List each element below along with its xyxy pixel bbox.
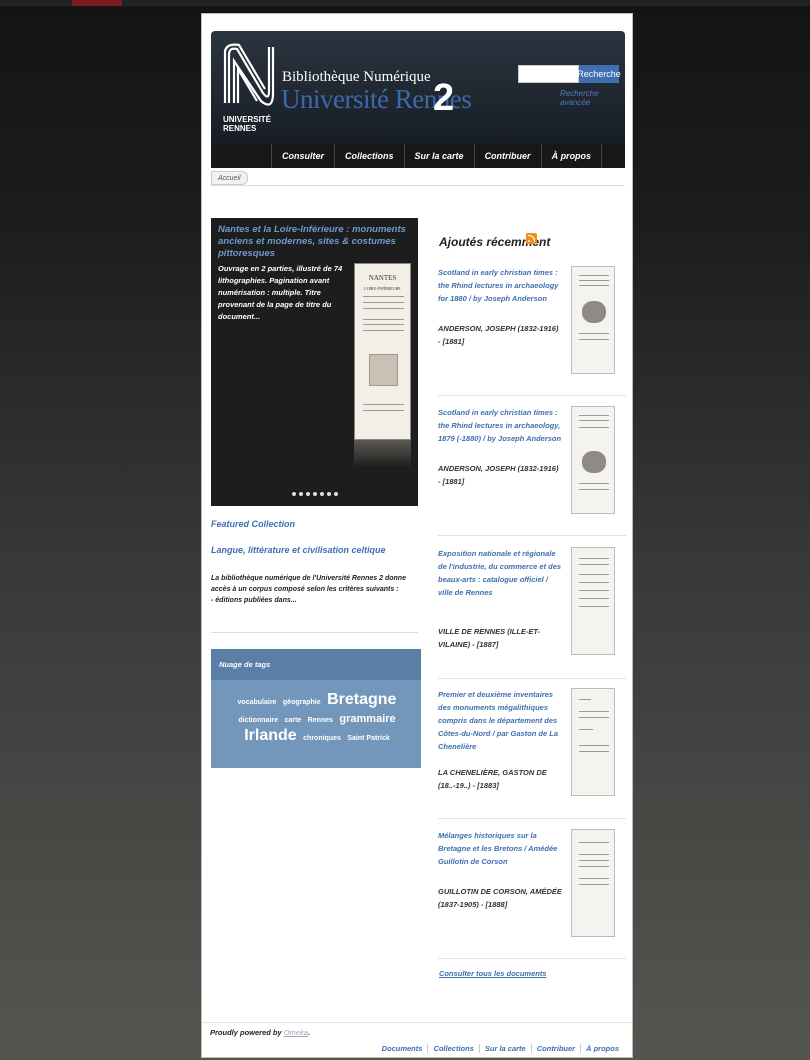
recent-item-author: LA CHENELIÈRE, GASTON DE (18..-19..) - [… — [438, 768, 547, 790]
page-container: UNIVERSITÉ RENNES Bibliothèque Numérique… — [201, 13, 633, 1058]
recent-item-thumbnail[interactable] — [571, 406, 615, 514]
tag-link[interactable]: carte — [284, 713, 301, 728]
tag-link[interactable]: Saint Patrick — [347, 731, 389, 746]
slider-dot[interactable] — [319, 492, 324, 496]
footer-nav-a-propos[interactable]: À propos — [580, 1044, 624, 1053]
university-logo[interactable]: UNIVERSITÉ RENNES — [223, 41, 281, 149]
thumbnail-title-text: NANTES — [368, 274, 397, 282]
recent-item-thumbnail[interactable] — [571, 547, 615, 655]
nav-contribuer[interactable]: Contribuer — [475, 144, 542, 168]
logo-text-line2: RENNES — [223, 124, 257, 133]
search-input[interactable] — [518, 65, 579, 83]
slider-dot[interactable] — [312, 492, 317, 496]
footer-nav-contribuer[interactable]: Contribuer — [530, 1044, 580, 1053]
recent-item-title[interactable]: Premier et deuxième inventaires des monu… — [438, 688, 563, 753]
search-button[interactable]: Recherche — [577, 65, 621, 83]
recent-item-author: ANDERSON, JOSEPH (1832-1916) - [1881] — [438, 464, 559, 486]
featured-collection-title[interactable]: Langue, littérature et civilisation celt… — [211, 545, 386, 555]
tag-cloud: Nuage de tags vocabulaire géographie Bre… — [211, 649, 421, 768]
slider-dots — [211, 492, 418, 496]
recent-item-title[interactable]: Scotland in early christian times : the … — [438, 266, 563, 305]
featured-item-title[interactable]: Nantes et la Loire-Inférieure : monument… — [218, 224, 416, 260]
featured-item-description: Ouvrage en 2 parties, illustré de 74 lit… — [218, 264, 343, 321]
featured-item-slider[interactable]: Nantes et la Loire-Inférieure : monument… — [211, 218, 418, 506]
tag-link[interactable]: Bretagne — [327, 692, 396, 708]
recent-item: Exposition nationale et régionale de l'i… — [438, 547, 626, 673]
divider — [438, 678, 626, 679]
n-logo-icon — [223, 43, 275, 106]
footer-nav-collections[interactable]: Collections — [427, 1044, 478, 1053]
main-nav: Consulter Collections Sur la carte Contr… — [211, 144, 625, 168]
tag-link[interactable]: Rennes — [308, 713, 333, 728]
omeka-link[interactable]: Omeka — [284, 1028, 308, 1037]
recent-item-thumbnail[interactable] — [571, 829, 615, 937]
site-header: UNIVERSITÉ RENNES Bibliothèque Numérique… — [211, 31, 625, 157]
powered-by-suffix: . — [307, 1028, 311, 1037]
divider — [438, 958, 626, 959]
featured-collection-description: La bibliothèque numérique de l'Universit… — [211, 575, 406, 604]
featured-item-thumbnail[interactable]: NANTES LOIRE-INFÉRIEURE — [354, 263, 411, 440]
footer-nav: Documents Collections Sur la carte Contr… — [377, 1044, 624, 1053]
breadcrumb-home[interactable]: Accueil — [211, 171, 248, 185]
recent-item: Mélanges historiques sur la Bretagne et … — [438, 829, 626, 941]
tag-cloud-list: vocabulaire géographie Bretagne dictionn… — [217, 692, 417, 746]
advanced-search-link[interactable]: Recherche avancée — [560, 89, 625, 107]
divider — [438, 818, 626, 819]
tag-link[interactable]: vocabulaire — [238, 695, 277, 710]
tag-link[interactable]: dictionnaire — [238, 713, 278, 728]
tag-link[interactable]: chroniques — [303, 731, 341, 746]
thumbnail-illustration — [369, 354, 398, 386]
nav-consulter[interactable]: Consulter — [271, 144, 336, 168]
slider-dot[interactable] — [326, 492, 331, 496]
footer-nav-sur-la-carte[interactable]: Sur la carte — [478, 1044, 531, 1053]
site-title-number: 2 — [433, 77, 455, 119]
thumbnail-subtitle-text: LOIRE-INFÉRIEURE — [364, 286, 401, 291]
slider-dot[interactable] — [298, 492, 303, 496]
nav-sur-la-carte[interactable]: Sur la carte — [405, 144, 475, 168]
recent-item: Scotland in early christian times : the … — [438, 406, 626, 518]
nav-a-propos[interactable]: À propos — [542, 144, 603, 168]
rss-icon[interactable] — [526, 233, 537, 244]
footer-divider — [202, 1022, 632, 1023]
recent-item-thumbnail[interactable] — [571, 688, 615, 796]
powered-by: Proudly powered by Omeka. — [210, 1028, 310, 1037]
logo-text-line1: UNIVERSITÉ — [223, 115, 272, 124]
recent-item-title[interactable]: Mélanges historiques sur la Bretagne et … — [438, 829, 563, 868]
breadcrumb: Accueil — [211, 170, 625, 186]
recent-item: Premier et deuxième inventaires des monu… — [438, 688, 626, 808]
thumbnail-reflection — [354, 440, 411, 468]
recent-item-title[interactable]: Scotland in early christian times : the … — [438, 406, 563, 445]
slider-dot[interactable] — [291, 492, 296, 496]
tag-cloud-heading: Nuage de tags — [211, 649, 421, 680]
top-strip — [0, 0, 810, 6]
featured-collection-label: Featured Collection — [211, 519, 296, 529]
recent-item-author: VILLE DE RENNES (ILLE-ET-VILAINE) - [188… — [438, 627, 541, 649]
powered-by-prefix: Proudly powered by — [210, 1028, 282, 1037]
tag-link[interactable]: grammaire — [339, 712, 395, 727]
tag-link[interactable]: géographie — [283, 695, 321, 710]
nav-collections[interactable]: Collections — [335, 144, 405, 168]
recent-item-author: GUILLOTIN DE CORSON, AMÉDÉE (1837-1905) … — [438, 887, 562, 909]
slider-dot[interactable] — [333, 492, 338, 496]
top-strip-mark — [72, 0, 122, 6]
slider-dot[interactable] — [305, 492, 310, 496]
divider — [211, 632, 418, 633]
divider — [438, 395, 626, 396]
recent-item-title[interactable]: Exposition nationale et régionale de l'i… — [438, 547, 563, 599]
tag-link[interactable]: Irlande — [244, 728, 296, 744]
all-documents-link[interactable]: Consulter tous les documents — [439, 969, 547, 978]
recent-item: Scotland in early christian times : the … — [438, 266, 626, 378]
divider — [438, 535, 626, 536]
recent-item-author: ANDERSON, JOSEPH (1832-1916) - [1881] — [438, 324, 559, 346]
footer-nav-documents[interactable]: Documents — [377, 1044, 428, 1053]
recent-item-thumbnail[interactable] — [571, 266, 615, 374]
